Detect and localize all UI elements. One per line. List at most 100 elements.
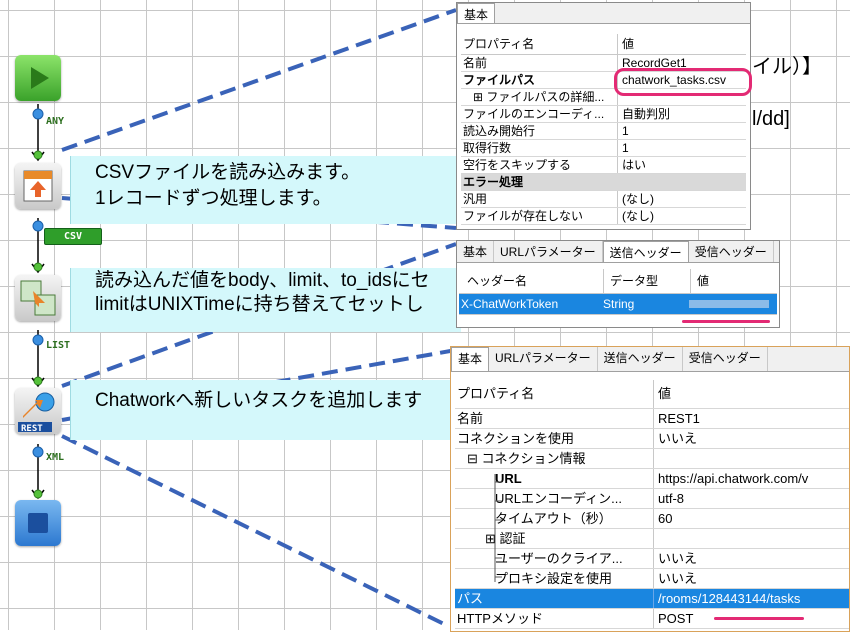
prop-section-error: エラー処理 <box>461 174 746 191</box>
prop-row[interactable]: ⊞ 認証 <box>455 529 849 549</box>
play-icon <box>31 67 49 89</box>
prop-value[interactable]: 60 <box>654 509 849 528</box>
prop-value[interactable]: 1 <box>618 140 746 156</box>
prop-value[interactable]: いいえ <box>654 569 849 588</box>
end-component[interactable] <box>15 500 61 546</box>
tree-lines <box>494 474 502 582</box>
panel2-tabs: 基本 URLパラメーター 送信ヘッダー 受信ヘッダー <box>457 241 779 263</box>
note-mapper-line2: limitはUNIXTimeに持ち替えてセットし <box>95 294 424 315</box>
prop-key: ⊞ ファイルパスの詳細... <box>461 89 618 105</box>
rest-component[interactable]: REST <box>15 388 61 434</box>
col-property-name: プロパティ名 <box>461 34 618 54</box>
prop-key: 名前 <box>461 55 618 71</box>
prop-row[interactable]: ファイルのエンコーディ... 自動判別 <box>461 106 746 123</box>
stop-icon <box>28 513 48 533</box>
csv-read-component[interactable] <box>15 163 61 209</box>
prop-row[interactable]: タイムアウト（秒） 60 <box>455 509 849 529</box>
prop-row[interactable]: ⊟ コネクション情報 <box>455 449 849 469</box>
col-value: 値 <box>697 274 710 288</box>
rest-properties-panel: 基本 URLパラメーター 送信ヘッダー 受信ヘッダー プロパティ名 値 名前 RE… <box>450 346 850 632</box>
section-value <box>617 174 746 190</box>
prop-value[interactable]: (なし) <box>618 191 746 207</box>
prop-value[interactable]: (なし) <box>618 208 746 224</box>
col-value: 値 <box>622 37 635 51</box>
port-label-xml: XML <box>46 452 65 463</box>
globe-rest-icon: REST <box>18 392 55 434</box>
port-label-list: LIST <box>46 340 71 351</box>
prop-value[interactable]: REST1 <box>654 409 849 428</box>
prop-key: 空行をスキップする <box>461 157 618 173</box>
panel1-tabs: 基本 <box>457 3 750 24</box>
start-component[interactable] <box>15 55 61 101</box>
prop-value[interactable]: いいえ <box>654 429 849 448</box>
prop-value[interactable]: 自動判別 <box>618 106 746 122</box>
note-csv-line1: CSVファイルを読み込みます。 <box>95 162 361 183</box>
prop-row[interactable]: 汎用 (なし) <box>461 191 746 208</box>
prop-row[interactable]: 名前 REST1 <box>455 409 849 429</box>
file-read-icon <box>23 170 53 202</box>
send-header-panel: 基本 URLパラメーター 送信ヘッダー 受信ヘッダー ヘッダー名 データ型 値 … <box>456 240 780 328</box>
panel3-header: プロパティ名 値 <box>455 380 849 409</box>
table-row[interactable]: X-ChatWorkToken String <box>459 294 777 315</box>
prop-row[interactable]: 取得行数 1 <box>461 140 746 157</box>
tab-send-headers[interactable]: 送信ヘッダー <box>598 347 683 371</box>
prop-row[interactable]: URLエンコーディン... utf-8 <box>455 489 849 509</box>
mapper-icon <box>20 280 56 316</box>
prop-value[interactable] <box>654 449 849 468</box>
prop-value[interactable] <box>654 529 849 548</box>
tab-url-params[interactable]: URLパラメーター <box>494 241 603 262</box>
data-type-cell[interactable]: String <box>597 294 683 314</box>
highlight-filepath <box>614 68 752 96</box>
prop-key: ファイルが存在しない <box>461 208 618 224</box>
note-rest-line1: Chatworkへ新しいタスクを追加します <box>95 390 423 411</box>
note-mapper-line1: 読み込んだ値をbody、limit、to_idsにセ <box>95 270 430 291</box>
note-csv: CSVファイルを読み込みます。 1レコードずつ処理します。 <box>70 156 461 224</box>
panel1-grid: プロパティ名 値 名前 RecordGet1 ファイルパス chatwork_tas… <box>457 24 750 225</box>
note-mapper: 読み込んだ値をbody、limit、to_idsにセ limitはUNIXTim… <box>70 268 461 332</box>
prop-value-path[interactable]: /rooms/128443144/tasks <box>654 589 849 608</box>
svg-text:REST: REST <box>21 424 43 434</box>
col-value: 値 <box>658 386 672 401</box>
prop-value[interactable]: いいえ <box>654 549 849 568</box>
prop-key: 取得行数 <box>461 140 618 156</box>
prop-key: 汎用 <box>461 191 618 207</box>
section-label: エラー処理 <box>463 175 524 189</box>
tab-basic[interactable]: 基本 <box>457 3 496 23</box>
port-badge-csv: CSV <box>44 228 102 245</box>
col-header-name: ヘッダー名 <box>459 269 604 293</box>
prop-value[interactable]: 1 <box>618 123 746 139</box>
prop-key: ファイルのエンコーディ... <box>461 106 618 122</box>
prop-value[interactable]: utf-8 <box>654 489 849 508</box>
highlight-path-underline <box>714 617 804 620</box>
prop-row-url[interactable]: URL https://api.chatwork.com/v <box>455 469 849 489</box>
prop-row[interactable]: 空行をスキップする はい <box>461 157 746 174</box>
panel1-header: プロパティ名 値 <box>461 34 746 55</box>
panel3-tabs: 基本 URLパラメーター 送信ヘッダー 受信ヘッダー <box>451 347 849 372</box>
prop-value[interactable]: はい <box>618 157 746 173</box>
prop-row[interactable]: プロキシ設定を使用 いいえ <box>455 569 849 589</box>
highlight-token-underline <box>682 320 770 323</box>
prop-row[interactable]: ユーザーのクライア... いいえ <box>455 549 849 569</box>
header-name-cell[interactable]: X-ChatWorkToken <box>459 294 597 314</box>
prop-key: 読込み開始行 <box>461 123 618 139</box>
mapper-component[interactable] <box>15 275 61 321</box>
tab-basic[interactable]: 基本 <box>457 241 495 262</box>
token-value-cell[interactable] <box>683 294 777 314</box>
prop-value-url[interactable]: https://api.chatwork.com/v <box>654 469 849 488</box>
tab-receive-headers[interactable]: 受信ヘッダー <box>689 241 774 262</box>
prop-row[interactable]: コネクションを使用 いいえ <box>455 429 849 449</box>
panel2-table: ヘッダー名 データ型 値 X-ChatWorkToken String <box>457 263 779 315</box>
tab-send-headers[interactable]: 送信ヘッダー <box>602 241 689 262</box>
tab-receive-headers[interactable]: 受信ヘッダー <box>683 347 768 371</box>
recordget-properties-panel: 基本 プロパティ名 値 名前 RecordGet1 ファイルパス chatwork_… <box>456 2 751 230</box>
prop-row-path[interactable]: パス/rooms/128443144/tasks <box>455 589 849 609</box>
col-data-type: データ型 <box>604 269 691 293</box>
prop-row[interactable]: 読込み開始行 1 <box>461 123 746 140</box>
prop-key: ファイルパス <box>461 72 618 88</box>
prop-row[interactable]: ファイルが存在しない (なし) <box>461 208 746 225</box>
note-csv-line2: 1レコードずつ処理します。 <box>95 188 332 209</box>
panel3-grid: プロパティ名 値 名前 REST1 コネクションを使用 いいえ ⊟ コネクション情報… <box>451 372 849 629</box>
prop-key: HTTPメソッド <box>455 609 654 628</box>
port-label-any: ANY <box>46 116 65 127</box>
redacted-token <box>689 300 769 308</box>
